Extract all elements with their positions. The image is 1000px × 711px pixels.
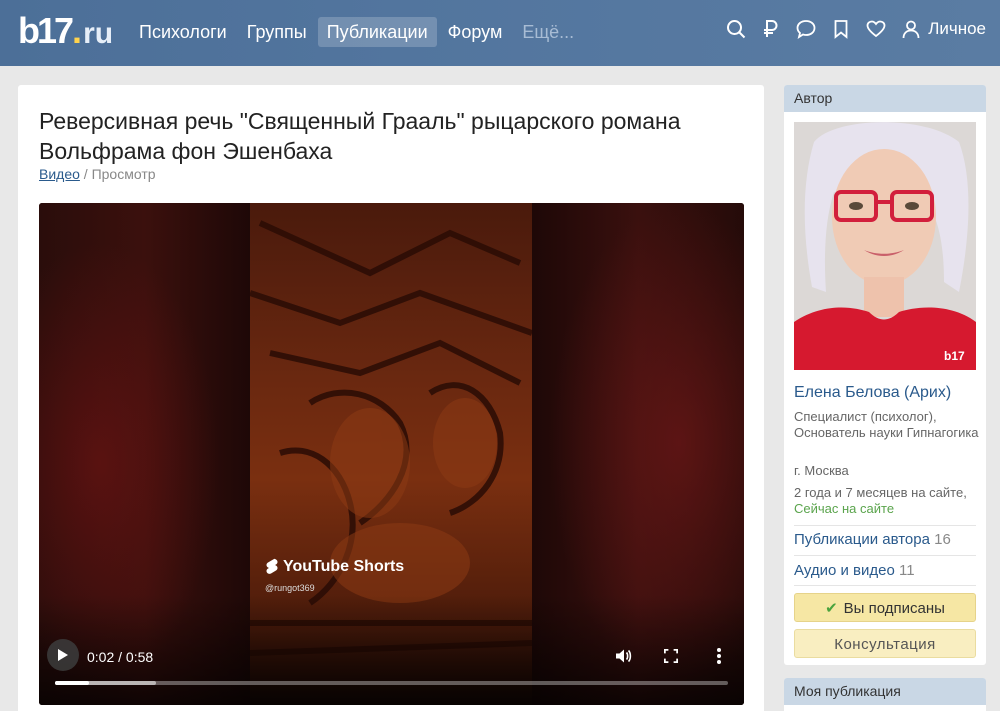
author-city: г. Москва	[794, 463, 849, 478]
divider	[794, 525, 976, 526]
logo-dot: .	[72, 10, 83, 51]
author-header: Автор	[784, 85, 986, 112]
author-publications-count: 16	[934, 531, 951, 548]
channel-handle: @rungot369	[265, 583, 315, 593]
breadcrumb-separator: /	[83, 166, 88, 182]
shorts-logo-icon	[266, 558, 278, 574]
breadcrumb: Видео / Просмотр	[39, 166, 156, 182]
consultation-button[interactable]: Консультация	[794, 629, 976, 658]
breadcrumb-video-link[interactable]: Видео	[39, 166, 80, 182]
my-publication-panel: Моя публикация	[784, 678, 986, 711]
svg-text:b17: b17	[944, 349, 965, 363]
main-content: Реверсивная речь "Священный Грааль" рыца…	[18, 85, 764, 711]
author-sidebar: Автор b17 Елена Белова (Арих) Специалист…	[784, 85, 986, 665]
author-role: Специалист (психолог), Основатель науки …	[794, 409, 979, 440]
breadcrumb-current: Просмотр	[91, 166, 156, 182]
audio-video-label: Аудио и видео	[794, 562, 895, 579]
author-avatar[interactable]: b17	[794, 122, 976, 370]
author-since: 2 года и 7 месяцев на сайте,	[794, 485, 967, 500]
nav-publications[interactable]: Публикации	[317, 17, 437, 47]
video-time: 0:02 / 0:58	[87, 649, 154, 665]
video-progress-bar[interactable]	[55, 681, 728, 685]
play-button[interactable]	[47, 639, 79, 671]
heart-icon[interactable]	[865, 18, 887, 40]
progress-played	[55, 681, 89, 685]
video-player[interactable]: YouTube Shorts @rungot369 0:02 / 0:58	[39, 203, 744, 705]
subscribed-label: Вы подписаны	[843, 600, 945, 617]
divider	[794, 585, 976, 586]
site-logo[interactable]: b17. ru	[18, 10, 114, 51]
main-nav: Психологи Группы Публикации Форум Ещё...	[130, 17, 585, 47]
personal-label: Личное	[928, 19, 986, 38]
personal-menu[interactable]: Личное	[900, 18, 986, 40]
subscribed-button[interactable]: ✔ Вы подписаны	[794, 593, 976, 622]
logo-tld: ru	[83, 17, 114, 50]
nav-more[interactable]: Ещё...	[513, 17, 583, 47]
nav-groups[interactable]: Группы	[238, 17, 316, 47]
more-options-icon[interactable]	[710, 647, 728, 665]
top-header: b17. ru Психологи Группы Публикации Форум…	[0, 0, 1000, 66]
divider	[794, 555, 976, 556]
bookmark-icon[interactable]	[830, 18, 852, 40]
youtube-shorts-watermark: YouTube Shorts	[265, 558, 404, 576]
author-publications-link[interactable]: Публикации автора 16	[794, 531, 951, 548]
author-publications-label: Публикации автора	[794, 531, 930, 548]
page-title: Реверсивная речь "Священный Грааль" рыца…	[39, 108, 681, 164]
nav-forum[interactable]: Форум	[439, 17, 512, 47]
author-name[interactable]: Елена Белова (Арих)	[794, 384, 951, 402]
ruble-icon[interactable]	[760, 18, 782, 40]
check-icon: ✔	[825, 600, 838, 617]
logo-main: b17	[18, 10, 74, 51]
volume-icon[interactable]	[614, 647, 632, 665]
author-online-status: Сейчас на сайте	[794, 501, 895, 516]
search-icon[interactable]	[725, 18, 747, 40]
chat-icon[interactable]	[795, 18, 817, 40]
fullscreen-icon[interactable]	[662, 647, 680, 665]
audio-video-count: 11	[898, 562, 915, 579]
audio-video-link[interactable]: Аудио и видео 11	[794, 562, 915, 579]
user-icon	[900, 18, 922, 40]
shorts-label: YouTube Shorts	[283, 558, 405, 575]
play-icon	[58, 649, 68, 661]
nav-psychologists[interactable]: Психологи	[130, 17, 236, 47]
header-tools: Личное	[725, 18, 986, 40]
my-publication-header: Моя публикация	[784, 678, 986, 705]
